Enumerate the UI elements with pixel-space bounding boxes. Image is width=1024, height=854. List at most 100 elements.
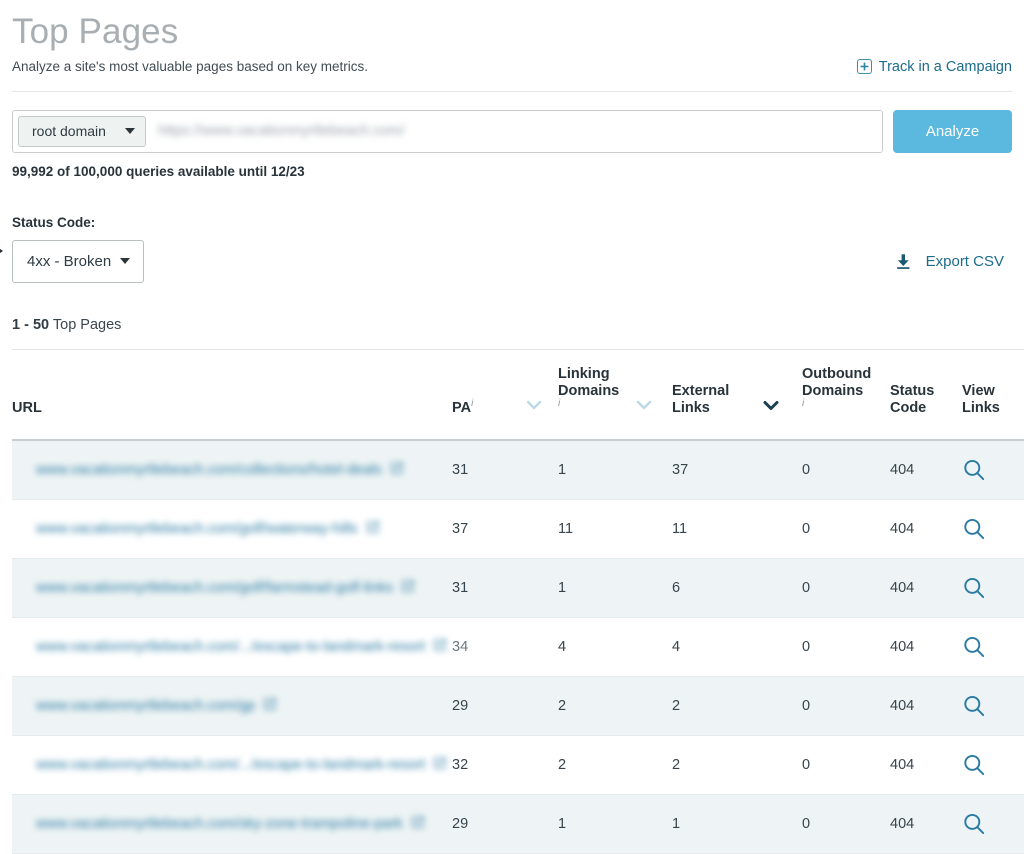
sort-pa[interactable] xyxy=(526,348,558,442)
external-link-icon xyxy=(264,698,276,714)
analyze-button[interactable]: Analyze xyxy=(893,109,1012,153)
pa-value: 34 xyxy=(452,638,469,655)
cell-linking-domains-spacer xyxy=(636,735,672,795)
left-edge-pointer-icon xyxy=(0,246,3,256)
pa-value: 37 xyxy=(452,520,469,537)
table-row: www.vacationmyrtlebeach.com/.../escape-t… xyxy=(12,617,1024,677)
url-link[interactable]: www.vacationmyrtlebeach.com/.../escape-t… xyxy=(36,639,446,655)
cell-linking-domains-spacer xyxy=(636,499,672,559)
view-links-button[interactable] xyxy=(962,517,1024,541)
status-code-value: 404 xyxy=(890,638,915,655)
cell-view-links[interactable] xyxy=(962,499,1024,559)
chevron-down-icon xyxy=(526,398,558,417)
subheader-row: Analyze a site's most valuable pages bas… xyxy=(12,52,1012,76)
cell-pa: 32 xyxy=(452,735,526,795)
column-header-url[interactable]: URL xyxy=(12,348,452,442)
column-header-status-code[interactable]: Status Code xyxy=(890,348,962,442)
cell-external-links: 2 xyxy=(672,676,762,736)
plus-in-box-icon xyxy=(856,59,872,75)
sort-external-links[interactable] xyxy=(762,348,802,442)
outbound-domains-value: 0 xyxy=(802,697,811,714)
magnifier-icon xyxy=(962,576,986,600)
external-links-value: 1 xyxy=(672,815,681,832)
chevron-down-icon xyxy=(762,398,802,417)
column-header-view-links-label: View Links xyxy=(962,383,1000,417)
column-header-outbound-domains[interactable]: Outbound Domains i xyxy=(802,348,890,442)
cell-view-links[interactable] xyxy=(962,794,1024,854)
info-icon[interactable]: i xyxy=(802,398,804,409)
column-header-pa[interactable]: PAi xyxy=(452,348,526,442)
cell-view-links[interactable] xyxy=(962,735,1024,795)
cell-pa: 29 xyxy=(452,676,526,736)
magnifier-icon xyxy=(962,753,986,777)
cell-view-links[interactable] xyxy=(962,440,1024,500)
external-links-value: 37 xyxy=(672,461,689,478)
url-input[interactable] xyxy=(146,123,877,140)
cell-linking-domains-spacer xyxy=(636,676,672,736)
column-header-linking-domains[interactable]: Linking Domains i xyxy=(558,348,636,442)
cell-linking-domains-spacer xyxy=(636,558,672,618)
cell-linking-domains: 2 xyxy=(558,735,636,795)
column-header-external-links-label: External Links xyxy=(672,383,730,417)
external-link-icon xyxy=(434,757,446,773)
cell-status-code: 404 xyxy=(890,676,962,736)
table-row: www.vacationmyrtlebeach.com/.../escape-t… xyxy=(12,735,1024,795)
export-csv-button[interactable]: Export CSV xyxy=(895,253,1012,270)
status-code-value: 4xx - Broken xyxy=(27,252,112,270)
cell-pa-spacer xyxy=(526,499,558,559)
view-links-button[interactable] xyxy=(962,458,1024,482)
view-links-button[interactable] xyxy=(962,576,1024,600)
table-header-row: URL PAi Linking Domains i External Links… xyxy=(12,348,1024,442)
cell-view-links[interactable] xyxy=(962,676,1024,736)
url-link[interactable]: www.vacationmyrtlebeach.com/.../escape-t… xyxy=(36,757,446,773)
cell-status-code: 404 xyxy=(890,440,962,500)
sort-linking-domains[interactable] xyxy=(636,348,672,442)
cell-outbound-domains: 0 xyxy=(802,558,890,618)
cell-outbound-domains: 0 xyxy=(802,735,890,795)
status-code-label: Status Code: xyxy=(12,214,96,230)
cell-url: www.vacationmyrtlebeach.com/.../escape-t… xyxy=(12,735,452,795)
url-link[interactable]: www.vacationmyrtlebeach.com/golf/farmste… xyxy=(36,580,414,596)
view-links-button[interactable] xyxy=(962,635,1024,659)
url-text: www.vacationmyrtlebeach.com/.../escape-t… xyxy=(36,756,426,773)
page-subtitle: Analyze a site's most valuable pages bas… xyxy=(12,59,369,75)
view-links-button[interactable] xyxy=(962,694,1024,718)
track-in-campaign-link[interactable]: Track in a Campaign xyxy=(856,58,1012,76)
column-header-external-links[interactable]: External Links xyxy=(672,348,762,442)
cell-pa: 31 xyxy=(452,440,526,500)
info-icon[interactable]: i xyxy=(471,398,473,409)
url-link[interactable]: www.vacationmyrtlebeach.com/sky-zone-tra… xyxy=(36,816,424,832)
cell-external-links: 6 xyxy=(672,558,762,618)
pa-value: 32 xyxy=(452,756,469,773)
table-body: www.vacationmyrtlebeach.com/collections/… xyxy=(12,440,1024,854)
filter-row: 4xx - Broken Export CSV xyxy=(12,239,1012,283)
magnifier-icon xyxy=(962,812,986,836)
cell-linking-domains: 11 xyxy=(558,499,636,559)
info-icon[interactable]: i xyxy=(558,398,560,409)
query-quota-text: 99,992 of 100,000 queries available unti… xyxy=(12,163,305,179)
cell-pa-spacer xyxy=(526,440,558,500)
url-link[interactable]: www.vacationmyrtlebeach.com/gp xyxy=(36,698,276,714)
linking-domains-value: 1 xyxy=(558,461,567,478)
cell-outbound-domains: 0 xyxy=(802,676,890,736)
status-code-value: 404 xyxy=(890,579,915,596)
chevron-down-icon xyxy=(636,398,672,417)
column-header-outbound-domains-label: Outbound Domains xyxy=(802,365,872,399)
scope-select[interactable]: root domain xyxy=(18,115,146,147)
track-in-campaign-label: Track in a Campaign xyxy=(878,58,1012,75)
cell-external-links-spacer xyxy=(762,676,802,736)
url-link[interactable]: www.vacationmyrtlebeach.com/golf/waterwa… xyxy=(36,521,379,537)
cell-view-links[interactable] xyxy=(962,617,1024,677)
view-links-button[interactable] xyxy=(962,753,1024,777)
status-code-select[interactable]: 4xx - Broken xyxy=(12,239,144,283)
url-link[interactable]: www.vacationmyrtlebeach.com/collections/… xyxy=(36,462,403,478)
status-code-value: 404 xyxy=(890,461,915,478)
header-divider xyxy=(12,90,1012,92)
cell-pa: 29 xyxy=(452,794,526,854)
view-links-button[interactable] xyxy=(962,812,1024,836)
cell-status-code: 404 xyxy=(890,499,962,559)
status-code-value: 404 xyxy=(890,815,915,832)
cell-outbound-domains: 0 xyxy=(802,440,890,500)
cell-external-links-spacer xyxy=(762,558,802,618)
cell-view-links[interactable] xyxy=(962,558,1024,618)
